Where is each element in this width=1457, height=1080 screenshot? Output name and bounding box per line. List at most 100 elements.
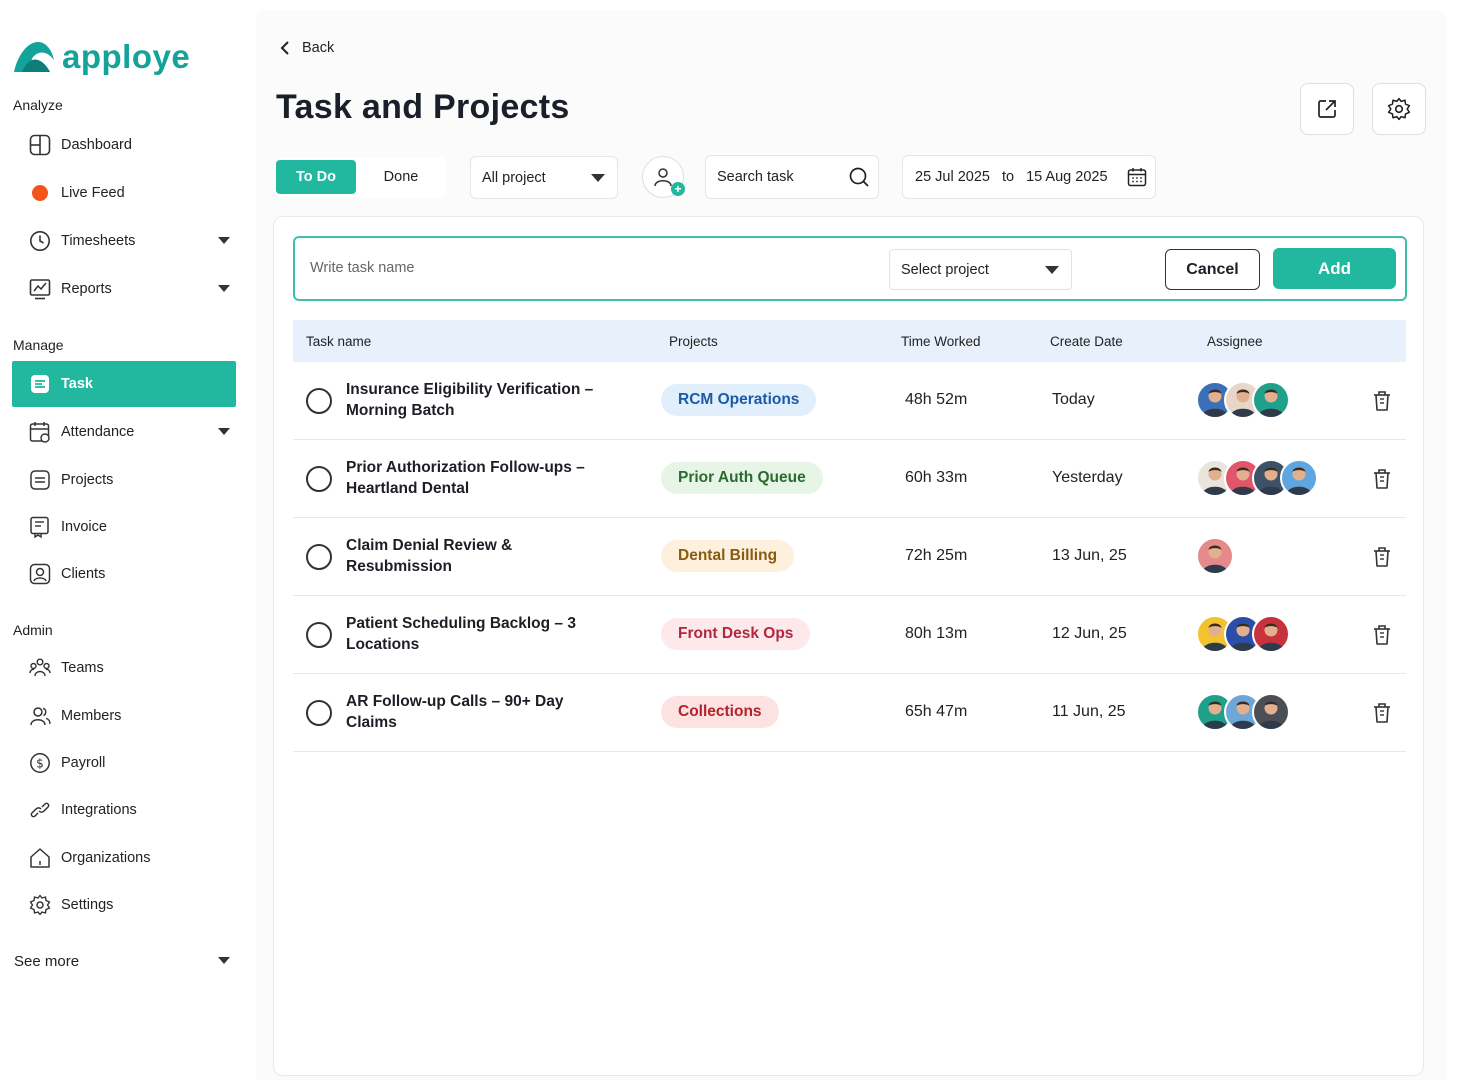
table-row[interactable]: Insurance Eligibility Verification – Mor… [293,362,1406,440]
sidebar-item-invoice[interactable]: Invoice [12,504,236,550]
task-card: Write task name Select project Cancel Ad… [273,216,1424,1076]
sidebar-item-label: Members [61,708,122,724]
assignee-avatars[interactable] [1196,537,1234,575]
add-button[interactable]: Add [1273,248,1396,289]
link-icon [29,799,51,821]
select-project-value: Select project [901,261,989,278]
avatar [1252,381,1290,419]
apploye-logo[interactable]: apploye [12,38,190,76]
trash-icon[interactable] [1371,545,1393,574]
date-to-label: to [1001,169,1015,185]
project-filter-dropdown[interactable]: All project [470,156,618,199]
sidebar-item-label: Live Feed [61,185,125,201]
sidebar-item-members[interactable]: Members [12,693,236,739]
task-complete-checkbox[interactable] [306,622,332,648]
sidebar-item-label: Timesheets [61,233,136,249]
invoice-icon [29,516,51,538]
task-complete-checkbox[interactable] [306,700,332,726]
add-task-row: Write task name Select project Cancel Ad… [293,236,1407,301]
sidebar-item-attendance[interactable]: Attendance [12,409,236,455]
task-name-input[interactable]: Write task name [310,260,415,276]
sidebar-item-organizations[interactable]: Organizations [12,835,236,881]
sidebar-item-teams[interactable]: Teams [12,645,236,691]
assignee-avatars[interactable] [1196,693,1290,731]
sidebar-item-label: Dashboard [61,137,132,153]
chevron-down-icon[interactable] [218,428,230,435]
tab-done[interactable]: Done [356,169,446,185]
search-icon [849,167,869,187]
chevron-down-icon[interactable] [218,237,230,244]
main-panel: Back Task and Projects To Do Done All pr… [256,10,1447,1080]
table-header: Task name Projects Time Worked Create Da… [293,320,1406,362]
sidebar: apploye Analyze Dashboard Live Feed Time… [0,0,256,1080]
task-icon [29,373,51,395]
assignee-filter-button[interactable]: + [642,156,685,198]
column-header: Create Date [1050,333,1123,349]
trash-icon[interactable] [1371,701,1393,730]
sidebar-item-dashboard[interactable]: Dashboard [12,122,236,168]
task-name[interactable]: Insurance Eligibility Verification – Mor… [346,379,596,421]
chevron-down-icon [218,957,230,964]
trash-icon[interactable] [1371,467,1393,496]
back-link[interactable]: Back [280,40,334,56]
assignee-avatars[interactable] [1196,615,1290,653]
see-more-toggle[interactable]: See more [14,948,236,974]
assignee-avatars[interactable] [1196,459,1318,497]
task-name[interactable]: Prior Authorization Follow-ups – Heartla… [346,457,596,499]
trash-icon[interactable] [1371,623,1393,652]
search-input[interactable]: Search task [705,155,879,199]
payroll-icon: $ [29,752,51,774]
section-label-admin: Admin [13,622,53,638]
select-project-dropdown[interactable]: Select project [889,249,1072,290]
svg-text:$: $ [36,757,44,771]
logo-text: apploye [62,38,191,75]
sidebar-item-timesheets[interactable]: Timesheets [12,218,236,264]
task-name[interactable]: Patient Scheduling Backlog – 3 Locations [346,613,596,655]
task-name[interactable]: AR Follow-up Calls – 90+ Day Claims [346,691,596,733]
clients-icon [29,563,51,585]
column-header: Time Worked [901,333,981,349]
sidebar-item-projects[interactable]: Projects [12,457,236,503]
sidebar-item-payroll[interactable]: $ Payroll [12,740,236,786]
sidebar-item-integrations[interactable]: Integrations [12,787,236,833]
chevron-down-icon[interactable] [218,285,230,292]
cancel-button[interactable]: Cancel [1165,249,1260,290]
teams-icon [29,657,51,679]
project-filter-value: All project [482,169,546,186]
task-complete-checkbox[interactable] [306,544,332,570]
sidebar-item-label: Payroll [61,755,106,771]
time-worked: 72h 25m [905,547,968,564]
table-row[interactable]: Claim Denial Review & Resubmission Dental… [293,518,1406,596]
tab-todo[interactable]: To Do [276,160,356,194]
sidebar-item-task[interactable]: Task [12,361,236,407]
sidebar-item-label: Organizations [61,850,151,866]
table-row[interactable]: Patient Scheduling Backlog – 3 Locations… [293,596,1406,674]
assignee-avatars[interactable] [1196,381,1290,419]
plus-icon: + [671,182,685,196]
section-label-analyze: Analyze [13,97,63,113]
avatar [1252,693,1290,731]
settings-button[interactable] [1372,83,1426,135]
sidebar-item-label: Task [61,376,93,392]
project-badge: Front Desk Ops [661,618,811,650]
export-button[interactable] [1300,83,1354,135]
sidebar-item-live-feed[interactable]: Live Feed [12,170,236,216]
date-from: 25 Jul 2025 [915,169,990,185]
trash-icon[interactable] [1371,389,1393,418]
sidebar-item-clients[interactable]: Clients [12,551,236,597]
sidebar-item-settings[interactable]: Settings [12,882,236,928]
sidebar-item-label: Invoice [61,519,107,535]
home-icon [29,847,51,869]
sidebar-item-label: Settings [61,897,114,913]
task-complete-checkbox[interactable] [306,466,332,492]
create-date: Today [1052,391,1095,408]
project-badge: Collections [661,696,779,728]
task-complete-checkbox[interactable] [306,388,332,414]
table-row[interactable]: AR Follow-up Calls – 90+ Day Claims Colle… [293,674,1406,752]
sidebar-item-reports[interactable]: Reports [12,266,236,312]
date-range-picker[interactable]: 25 Jul 2025 to 15 Aug 2025 [902,155,1156,199]
create-date: 12 Jun, 25 [1052,625,1127,642]
task-name[interactable]: Claim Denial Review & Resubmission [346,535,596,577]
table-row[interactable]: Prior Authorization Follow-ups – Heartla… [293,440,1406,518]
status-toggle: To Do Done [276,157,447,197]
